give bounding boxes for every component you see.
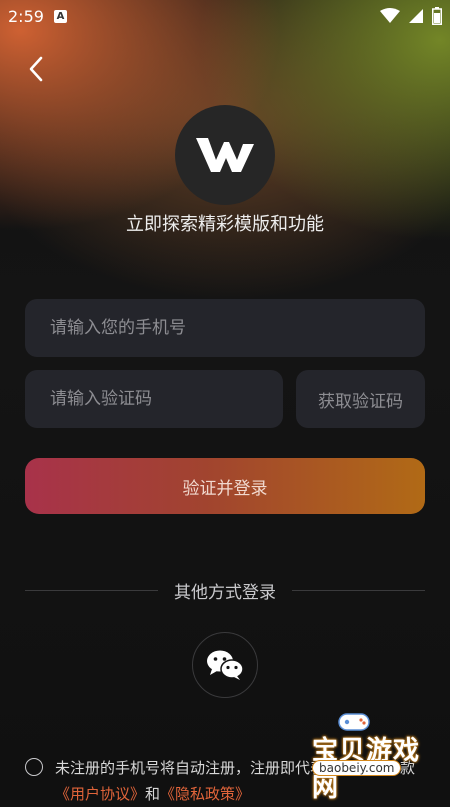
- wifi-icon: [380, 8, 400, 23]
- privacy-policy-link[interactable]: 《隐私政策》: [160, 785, 250, 803]
- phone-field[interactable]: [25, 299, 425, 357]
- code-field[interactable]: [25, 370, 283, 428]
- agree-radio[interactable]: [25, 758, 43, 776]
- gamepad-icon: [338, 713, 370, 731]
- signal-icon: [409, 9, 423, 23]
- divider-line-right: [292, 589, 425, 591]
- watermark-logo: 宝贝游戏网 baobeiy.com: [292, 708, 442, 803]
- status-bar: 2:59 A: [0, 0, 450, 32]
- agreement-and: 和: [145, 785, 161, 803]
- code-input[interactable]: [25, 389, 283, 409]
- battery-icon: [432, 7, 442, 25]
- app-logo: [175, 105, 275, 205]
- get-code-button[interactable]: 获取验证码: [296, 370, 425, 428]
- tagline: 立即探索精彩模版和功能: [126, 214, 324, 235]
- chevron-left-icon: [29, 56, 43, 82]
- other-login-label: 其他方式登录: [174, 582, 276, 603]
- user-agreement-link[interactable]: 《用户协议》: [55, 785, 145, 803]
- notification-icon: A: [53, 9, 67, 23]
- phone-input[interactable]: [25, 318, 425, 338]
- other-login-divider: 其他方式登录: [25, 578, 425, 603]
- watermark-url: baobeiy.com: [312, 760, 402, 776]
- wechat-login-button[interactable]: [192, 632, 258, 698]
- divider-line-left: [25, 589, 158, 591]
- status-time: 2:59: [8, 6, 44, 26]
- back-button[interactable]: [22, 55, 50, 83]
- wechat-icon: [207, 650, 244, 680]
- login-button[interactable]: 验证并登录: [25, 458, 425, 514]
- w-logo-icon: [196, 138, 254, 172]
